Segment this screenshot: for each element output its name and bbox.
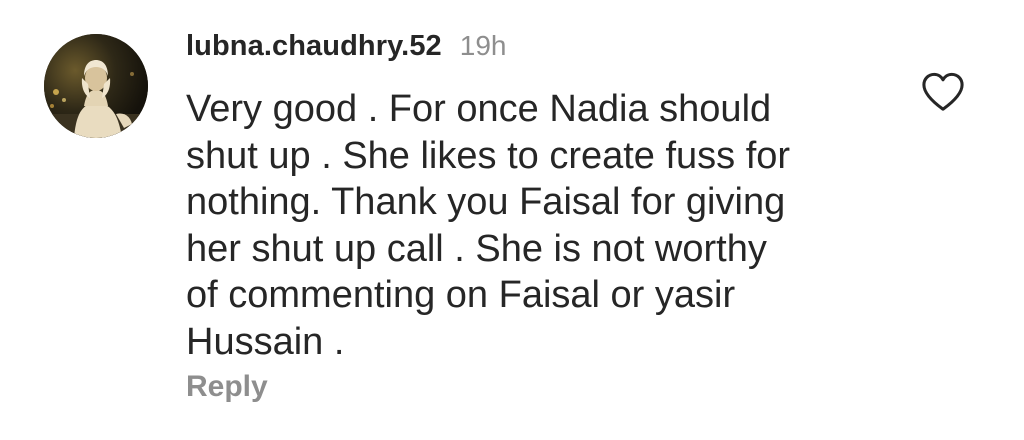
username[interactable]: lubna.chaudhry.52 xyxy=(186,30,442,63)
timestamp: 19h xyxy=(459,30,507,61)
comment-text: Very good . For once Nadia should shut u… xyxy=(186,86,886,365)
comment-text-line: her shut up call . She is not worthy xyxy=(186,227,767,270)
reply-button[interactable]: Reply xyxy=(186,370,268,404)
comment-text-line: Very good . For once Nadia should xyxy=(186,88,772,130)
comment-text-line: of commenting on Faisal or yasir xyxy=(186,274,736,316)
comment-header: lubna.chaudhry.52 19h xyxy=(186,30,507,70)
avatar-photo xyxy=(44,34,148,138)
avatar[interactable] xyxy=(44,34,148,138)
comment-item: lubna.chaudhry.52 19h Very good . For on… xyxy=(0,0,1024,440)
comment-text-line: nothing. Thank you Faisal for giving xyxy=(186,181,786,223)
comment-text-line: shut up . She likes to create fuss for xyxy=(186,134,791,177)
like-button[interactable] xyxy=(920,71,966,113)
heart-outline-icon xyxy=(922,72,964,111)
comment-text-line: Hussain . xyxy=(186,320,345,363)
